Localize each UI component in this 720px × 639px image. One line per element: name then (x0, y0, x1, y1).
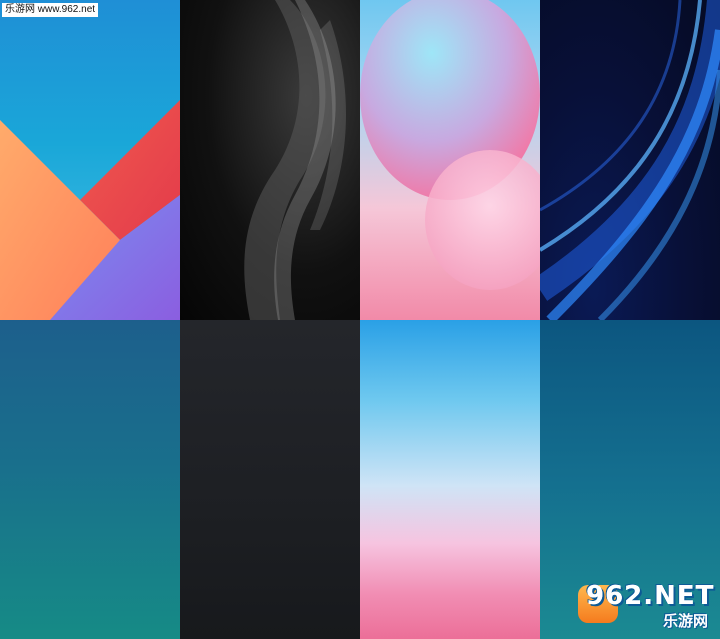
wallpaper-blue-light-streaks[interactable] (540, 0, 720, 320)
wallpaper-sky-pink-gradient[interactable] (360, 320, 540, 639)
wallpaper-pink-bubbles[interactable] (360, 0, 540, 320)
wallpaper-charcoal-gradient[interactable] (180, 320, 360, 639)
bubbles (360, 0, 540, 290)
wallpaper-material-geometric[interactable] (0, 0, 180, 320)
silk-waves (244, 0, 347, 320)
light-streaks (540, 0, 720, 320)
logo-main-text: 962.NET (586, 581, 715, 611)
site-logo: 962.NET 乐游网 (578, 581, 713, 631)
geometric-shapes (0, 100, 180, 320)
wallpaper-grid (0, 0, 720, 639)
wallpaper-dark-silk[interactable] (180, 0, 360, 320)
site-watermark-label: 乐游网 www.962.net (2, 3, 99, 17)
logo-sub-text: 乐游网 (662, 613, 708, 630)
wallpaper-teal-gradient[interactable] (0, 320, 180, 639)
